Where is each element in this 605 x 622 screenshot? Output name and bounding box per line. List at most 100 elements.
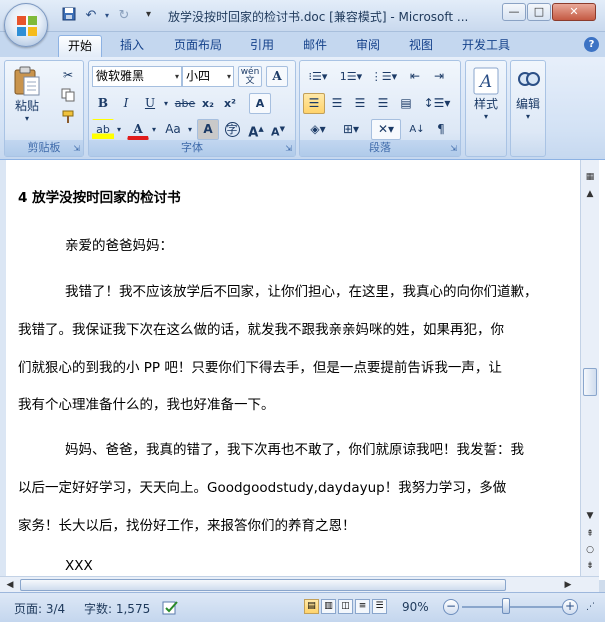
office-logo-icon <box>17 16 37 36</box>
tab-page-layout[interactable]: 页面布局 <box>166 35 230 57</box>
borders-icon[interactable]: ⊞▾ <box>336 119 366 140</box>
show-formatting-icon[interactable]: ¶ <box>430 119 452 140</box>
align-left-icon[interactable]: ☰ <box>303 93 325 114</box>
font-color-button[interactable]: A <box>127 119 149 140</box>
justify-icon[interactable]: ☰ <box>372 93 394 114</box>
tab-insert[interactable]: 插入 <box>110 35 154 57</box>
change-case-button[interactable]: Aa <box>161 119 185 140</box>
draft-view-icon[interactable]: ☰ <box>372 599 387 614</box>
numbering-icon[interactable]: 1☰▾ <box>336 66 366 87</box>
editing-button[interactable]: 编辑 ▾ <box>511 67 545 121</box>
undo-dropdown-icon[interactable]: ▾ <box>98 7 116 25</box>
paste-dropdown-icon[interactable]: ▾ <box>9 114 45 123</box>
highlight-dropdown-icon[interactable]: ▾ <box>114 119 124 140</box>
strikethrough-button[interactable]: abe <box>173 93 197 114</box>
next-page-icon[interactable]: ⇟ <box>582 558 598 574</box>
select-browse-object-icon[interactable]: ○ <box>582 542 598 558</box>
distributed-icon[interactable]: ▤ <box>395 93 417 114</box>
bullets-icon[interactable]: ⁝☰▾ <box>303 66 333 87</box>
line-spacing-icon[interactable]: ↕☰▾ <box>422 93 452 114</box>
multilevel-list-icon[interactable]: ⋮☰▾ <box>369 66 399 87</box>
proofing-icon[interactable] <box>162 600 180 619</box>
font-color-dropdown-icon[interactable]: ▾ <box>149 119 159 140</box>
tab-home[interactable]: 开始 <box>58 35 102 57</box>
superscript-button[interactable]: x² <box>219 93 241 114</box>
paste-button[interactable]: 粘贴 ▾ <box>9 65 45 123</box>
zoom-out-icon[interactable]: − <box>443 599 459 615</box>
grow-font-button[interactable]: A▲ <box>245 119 267 140</box>
minimize-button[interactable]: — <box>502 3 526 21</box>
copy-icon[interactable] <box>57 87 79 108</box>
word-count[interactable]: 字数: 1,575 <box>84 600 150 617</box>
font-group-label: 字体 <box>89 140 295 156</box>
horizontal-scrollbar[interactable]: ◀ ▶ <box>0 576 599 592</box>
clear-formatting-button[interactable]: A <box>249 93 271 114</box>
zoom-slider-track[interactable] <box>462 606 562 608</box>
tab-references[interactable]: 引用 <box>240 35 284 57</box>
paragraph-launcher-icon[interactable]: ⇲ <box>450 144 457 153</box>
subscript-button[interactable]: x₂ <box>197 93 219 114</box>
print-layout-view-icon[interactable]: ▤ <box>304 599 319 614</box>
highlight-button[interactable]: ab <box>92 119 114 140</box>
styles-label: 样式 <box>473 97 498 111</box>
cut-icon[interactable]: ✂ <box>57 65 79 86</box>
document-heading: 4 放学没按时回家的检讨书 <box>18 190 181 206</box>
change-case-dropdown-icon[interactable]: ▾ <box>185 119 195 140</box>
styles-group[interactable]: A 样式 ▾ <box>465 60 507 157</box>
page-count[interactable]: 页面: 3/4 <box>14 600 65 617</box>
web-layout-view-icon[interactable]: ◫ <box>338 599 353 614</box>
increase-indent-icon[interactable]: ⇥ <box>428 66 450 87</box>
font-size-combo[interactable]: 小四 ▾ <box>182 66 234 87</box>
status-bar: 页面: 3/4 字数: 1,575 ▤ ▥ ◫ ≡ ☰ 90% − + ⋰ <box>0 592 605 622</box>
font-launcher-icon[interactable]: ⇲ <box>285 144 292 153</box>
sort-icon[interactable]: A↓ <box>406 119 428 140</box>
bold-button[interactable]: B <box>92 93 114 114</box>
tab-view[interactable]: 视图 <box>399 35 443 57</box>
horizontal-scroll-thumb[interactable] <box>20 579 506 591</box>
format-painter-icon[interactable] <box>57 109 79 130</box>
align-center-icon[interactable]: ☰ <box>326 93 348 114</box>
clipboard-launcher-icon[interactable]: ⇲ <box>73 144 80 153</box>
font-name-combo[interactable]: 微软雅黑 ▾ <box>92 66 182 87</box>
chinese-layout-icon[interactable]: ✕▾ <box>371 119 401 140</box>
zoom-slider-thumb[interactable] <box>502 598 511 614</box>
save-icon[interactable] <box>60 7 78 25</box>
maximize-button[interactable]: □ <box>527 3 551 21</box>
character-shading-button[interactable]: A <box>197 119 219 140</box>
vertical-scroll-thumb[interactable] <box>583 368 597 396</box>
phonetic-guide-button[interactable]: wén 文 <box>238 66 262 87</box>
font-size-value: 小四 <box>186 69 211 83</box>
shading-icon[interactable]: ◈▾ <box>303 119 333 140</box>
resize-grip-icon[interactable]: ⋰ <box>586 602 595 612</box>
character-border-button[interactable]: A <box>266 66 288 87</box>
enclose-characters-button[interactable]: 字 <box>221 119 243 140</box>
tab-developer[interactable]: 开发工具 <box>452 35 520 57</box>
tab-review[interactable]: 审阅 <box>346 35 390 57</box>
scroll-right-icon[interactable]: ▶ <box>560 577 576 593</box>
vertical-scrollbar[interactable]: ▦ ▲ ▼ ⇞ ○ ⇟ <box>580 160 599 580</box>
editing-group[interactable]: 编辑 ▾ <box>510 60 546 157</box>
scroll-down-icon[interactable]: ▼ <box>582 508 598 524</box>
full-screen-reading-view-icon[interactable]: ▥ <box>321 599 336 614</box>
align-right-icon[interactable]: ☰ <box>349 93 371 114</box>
office-button[interactable] <box>4 3 48 47</box>
outline-view-icon[interactable]: ≡ <box>355 599 370 614</box>
underline-button[interactable]: U <box>139 93 161 114</box>
shrink-font-button[interactable]: A▼ <box>267 119 289 140</box>
underline-dropdown-icon[interactable]: ▾ <box>161 93 171 114</box>
italic-button[interactable]: I <box>115 93 137 114</box>
previous-page-icon[interactable]: ⇞ <box>582 526 598 542</box>
scroll-left-icon[interactable]: ◀ <box>2 577 18 593</box>
close-button[interactable]: ✕ <box>552 3 596 21</box>
customize-quick-access-icon[interactable]: ▾ <box>146 9 151 20</box>
help-icon[interactable]: ? <box>584 37 599 52</box>
zoom-level[interactable]: 90% <box>402 600 429 614</box>
tab-mailings[interactable]: 邮件 <box>293 35 337 57</box>
scroll-up-icon[interactable]: ▲ <box>582 186 598 202</box>
styles-button[interactable]: A 样式 ▾ <box>468 67 504 121</box>
zoom-in-icon[interactable]: + <box>562 599 578 615</box>
decrease-indent-icon[interactable]: ⇤ <box>404 66 426 87</box>
redo-icon[interactable]: ↻ <box>115 7 133 25</box>
ruler-toggle-icon[interactable]: ▦ <box>582 169 598 185</box>
svg-text:A: A <box>478 72 492 92</box>
